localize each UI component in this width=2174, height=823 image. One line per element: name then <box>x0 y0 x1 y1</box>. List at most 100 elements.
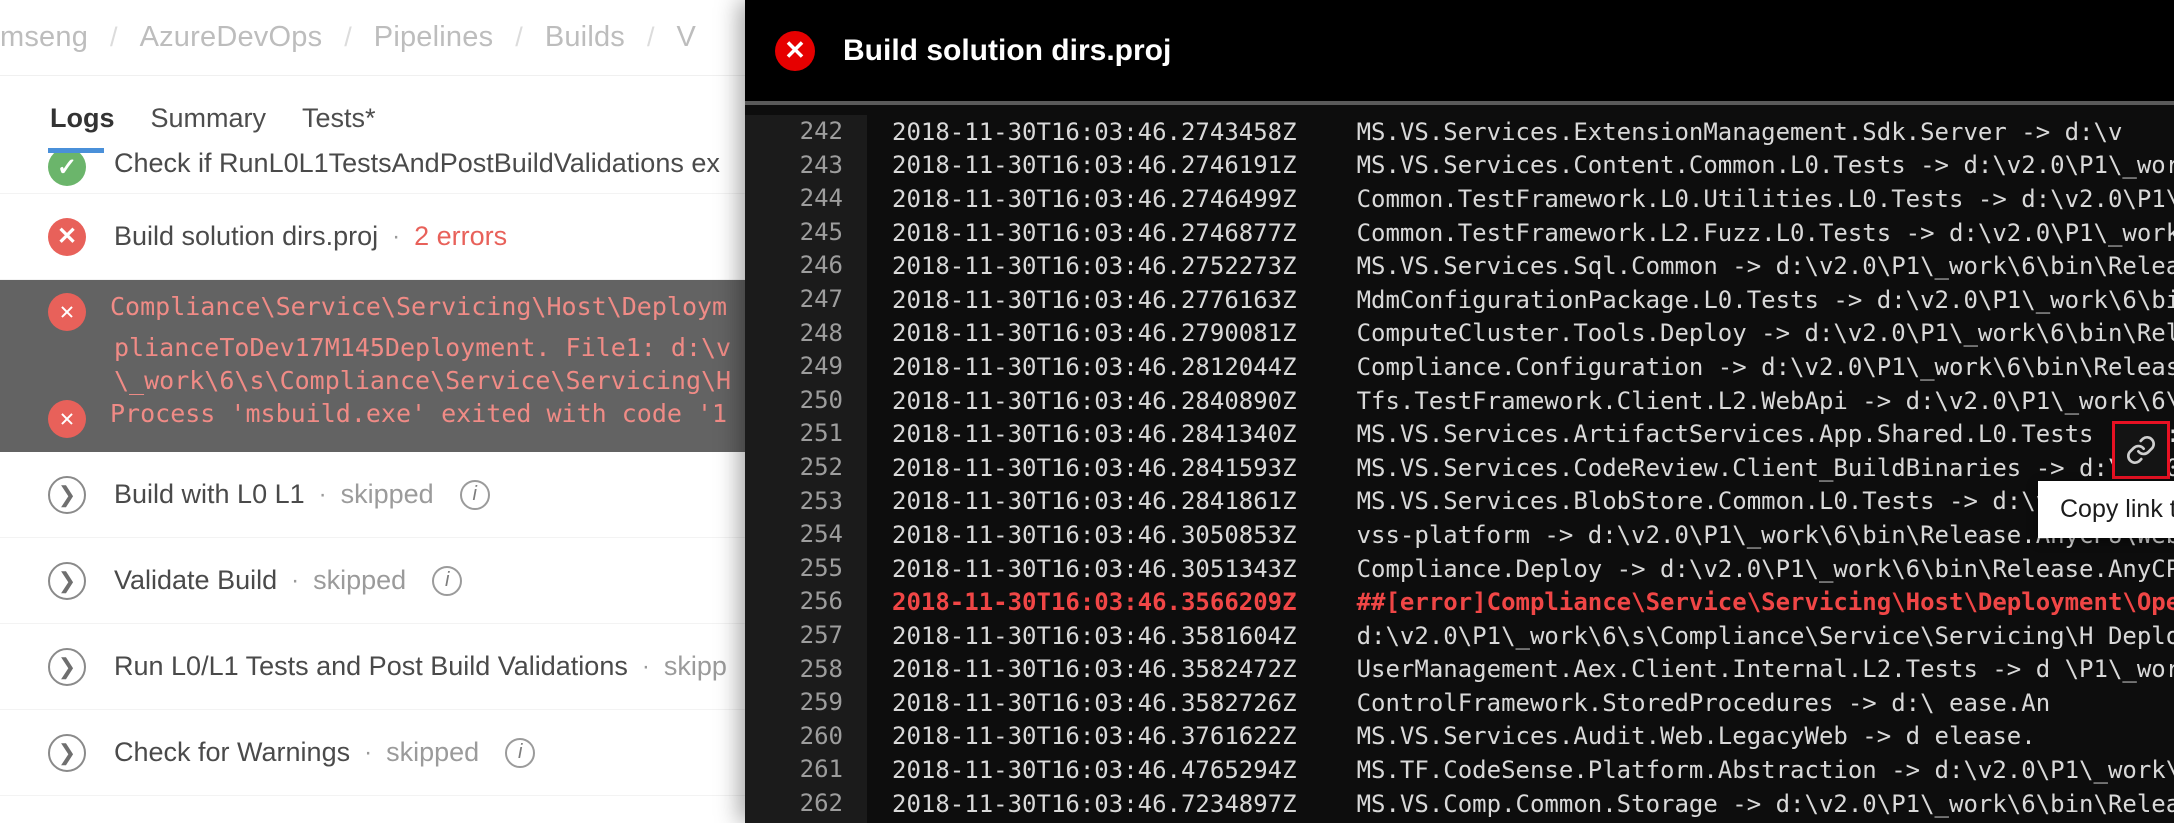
chevron-right-icon[interactable]: ❯ <box>48 475 86 514</box>
log-message: MS.VS.Services.CodeReview.Client_BuildBi… <box>1356 453 2174 482</box>
log-content[interactable]: 242 2018-11-30T16:03:46.2743458Z MS.VS.Ser… <box>745 105 2174 823</box>
log-line-number: 248 <box>745 316 867 351</box>
log-timestamp: 2018-11-30T16:03:46.2841593Z <box>892 453 1297 482</box>
log-line-number: 261 <box>745 753 867 787</box>
log-line-number: 252 <box>745 450 867 485</box>
copy-link-button[interactable] <box>2112 421 2170 479</box>
info-icon[interactable]: i <box>432 565 463 596</box>
task-name: Build with L0 L1 <box>114 479 305 509</box>
log-line[interactable]: 247 2018-11-30T16:03:46.2776163Z MdmConfig… <box>745 282 2174 317</box>
log-timestamp: 2018-11-30T16:03:46.2746499Z <box>892 184 1297 213</box>
log-line[interactable]: 252 2018-11-30T16:03:46.2841593Z MS.VS.Ser… <box>745 450 2174 485</box>
tab-summary[interactable]: Summary <box>151 103 267 144</box>
error-message-line: Compliance\Service\Servicing\Host\Deploy… <box>110 292 728 321</box>
log-timestamp: 2018-11-30T16:03:46.4765294Z <box>892 756 1297 785</box>
task-name: Run L0/L1 Tests and Post Build Validatio… <box>114 651 628 681</box>
log-line-number: 257 <box>745 618 867 653</box>
tab-bar: Logs Summary Tests* <box>0 76 745 148</box>
log-line[interactable]: 242 2018-11-30T16:03:46.2743458Z MS.VS.Ser… <box>745 115 2174 149</box>
log-line[interactable]: 246 2018-11-30T16:03:46.2752273Z MS.VS.Ser… <box>745 249 2174 283</box>
log-timestamp: 2018-11-30T16:03:46.3761622Z <box>892 722 1297 751</box>
check-circle-icon: ✓ <box>48 148 86 186</box>
chevron-right-icon[interactable]: ❯ <box>48 733 86 772</box>
log-line-number: 260 <box>745 719 867 754</box>
task-row[interactable]: ✕ Build solution dirs.proj · 2 errors <box>0 194 745 280</box>
log-message: Common.TestFramework.L2.Fuzz.L0.Tests ->… <box>1356 218 2174 247</box>
tab-tests[interactable]: Tests* <box>302 103 376 144</box>
log-message: MS.VS.Comp.Common.Storage -> d:\v2.0\P1\… <box>1356 789 2174 818</box>
error-circle-icon: ✕ <box>48 293 86 331</box>
task-row[interactable]: ❯ Check for Warnings · skipped i <box>0 710 745 796</box>
log-timestamp: 2018-11-30T16:03:46.3050853Z <box>892 520 1297 549</box>
link-icon <box>2127 436 2155 464</box>
task-list: ✓ Check if RunL0L1TestsAndPostBuildValid… <box>0 148 745 796</box>
breadcrumb-separator: / <box>515 22 523 52</box>
error-message-line: Process 'msbuild.exe' exited with code '… <box>110 399 728 428</box>
chevron-right-icon[interactable]: ❯ <box>48 561 86 600</box>
log-timestamp: 2018-11-30T16:03:46.3581604Z <box>892 621 1297 650</box>
log-message: ComputeCluster.Tools.Deploy -> d:\v2.0\P… <box>1356 319 2174 348</box>
log-line-number: 249 <box>745 350 867 384</box>
log-viewer-title: Build solution dirs.proj <box>843 33 1172 67</box>
breadcrumb-item-builds[interactable]: Builds <box>545 21 625 54</box>
breadcrumb-item-org[interactable]: mseng <box>0 21 88 54</box>
log-line[interactable]: 256 2018-11-30T16:03:46.3566209Z ##[error]… <box>745 585 2174 619</box>
log-line[interactable]: 259 2018-11-30T16:03:46.3582726Z ControlFr… <box>745 686 2174 720</box>
log-line-number: 256 <box>745 585 867 619</box>
breadcrumb-item-build[interactable]: V <box>677 21 697 54</box>
task-row[interactable]: ❯ Run L0/L1 Tests and Post Build Validat… <box>0 624 745 710</box>
task-row[interactable]: ❯ Validate Build · skipped i <box>0 538 745 624</box>
log-line[interactable]: 244 2018-11-30T16:03:46.2746499Z Common.Te… <box>745 182 2174 216</box>
breadcrumb-separator: / <box>647 22 655 52</box>
log-line[interactable]: 257 2018-11-30T16:03:46.3581604Z d:\v2.0\P… <box>745 618 2174 653</box>
error-entry[interactable]: ✕ Process 'msbuild.exe' exited with code… <box>48 397 745 438</box>
log-timestamp: 2018-11-30T16:03:46.3582472Z <box>892 655 1297 684</box>
log-line[interactable]: 248 2018-11-30T16:03:46.2790081Z ComputeCl… <box>745 316 2174 351</box>
breadcrumb-item-pipelines[interactable]: Pipelines <box>374 21 494 54</box>
task-name: Check for Warnings <box>114 737 351 767</box>
error-message-line: \_work\6\s\Compliance\Service\Servicing\… <box>114 366 732 395</box>
log-line[interactable]: 250 2018-11-30T16:03:46.2840890Z Tfs.TestF… <box>745 383 2174 418</box>
log-message: MS.VS.Services.ArtifactServices.App.Shar… <box>1356 420 2174 449</box>
task-row[interactable]: ✓ Check if RunL0L1TestsAndPostBuildValid… <box>0 148 745 194</box>
log-line[interactable]: 254 2018-11-30T16:03:46.3050853Z vss-platf… <box>745 518 2174 552</box>
error-entry-continuation: plianceToDev17M145Deployment. File1: d:\… <box>48 331 745 364</box>
log-timestamp: 2018-11-30T16:03:46.7234897Z <box>892 789 1297 818</box>
log-message: MdmConfigurationPackage.L0.Tests -> d:\v… <box>1356 285 2174 314</box>
log-timestamp: 2018-11-30T16:03:46.2743458Z <box>892 117 1297 146</box>
log-viewer-header: ✕ Build solution dirs.proj <box>745 0 2174 101</box>
log-message: ##[error]Compliance\Service\Servicing\Ho… <box>1356 588 2174 617</box>
task-row[interactable]: ❯ Build with L0 L1 · skipped i <box>0 452 745 538</box>
log-timestamp: 2018-11-30T16:03:46.3051343Z <box>892 554 1297 583</box>
log-timestamp: 2018-11-30T16:03:46.2840890Z <box>892 386 1297 415</box>
log-line-number: 244 <box>745 182 867 216</box>
log-line-number: 242 <box>745 115 867 149</box>
log-message: Compliance.Deploy -> d:\v2.0\P1\_work\6\… <box>1356 554 2174 583</box>
log-message: Common.TestFramework.L0.Utilities.L0.Tes… <box>1356 184 2174 213</box>
log-line[interactable]: 260 2018-11-30T16:03:46.3761622Z MS.VS.Ser… <box>745 719 2174 754</box>
chevron-right-icon[interactable]: ❯ <box>48 647 86 686</box>
info-icon[interactable]: i <box>505 737 536 768</box>
log-line[interactable]: 251 2018-11-30T16:03:46.2841340Z MS.VS.Ser… <box>745 417 2174 451</box>
tab-logs[interactable]: Logs <box>50 103 115 144</box>
log-message: Tfs.TestFramework.Client.L2.WebApi -> d:… <box>1356 386 2174 415</box>
log-line-number: 259 <box>745 686 867 720</box>
breadcrumb-item-project[interactable]: AzureDevOps <box>140 21 323 54</box>
log-line[interactable]: 255 2018-11-30T16:03:46.3051343Z Complianc… <box>745 551 2174 586</box>
log-line-number: 243 <box>745 148 867 183</box>
info-icon[interactable]: i <box>459 479 490 510</box>
error-circle-icon: ✕ <box>48 400 86 438</box>
separator-dot: · <box>641 652 650 680</box>
separator-dot: · <box>364 738 373 766</box>
log-line[interactable]: 249 2018-11-30T16:03:46.2812044Z Complianc… <box>745 350 2174 384</box>
log-line[interactable]: 261 2018-11-30T16:03:46.4765294Z MS.TF.Cod… <box>745 753 2174 787</box>
log-line[interactable]: 253 2018-11-30T16:03:46.2841861Z MS.VS.Ser… <box>745 484 2174 519</box>
log-line[interactable]: 258 2018-11-30T16:03:46.3582472Z UserManag… <box>745 652 2174 687</box>
log-timestamp: 2018-11-30T16:03:46.2752273Z <box>892 252 1297 281</box>
separator-dot: · <box>392 222 401 250</box>
log-line[interactable]: 245 2018-11-30T16:03:46.2746877Z Common.Te… <box>745 215 2174 250</box>
error-entry[interactable]: ✕ Compliance\Service\Servicing\Host\Depl… <box>48 290 745 331</box>
log-line[interactable]: 262 2018-11-30T16:03:46.7234897Z MS.VS.Com… <box>745 786 2174 821</box>
log-line[interactable]: 243 2018-11-30T16:03:46.2746191Z MS.VS.Ser… <box>745 148 2174 183</box>
task-status: skipped <box>313 565 407 595</box>
